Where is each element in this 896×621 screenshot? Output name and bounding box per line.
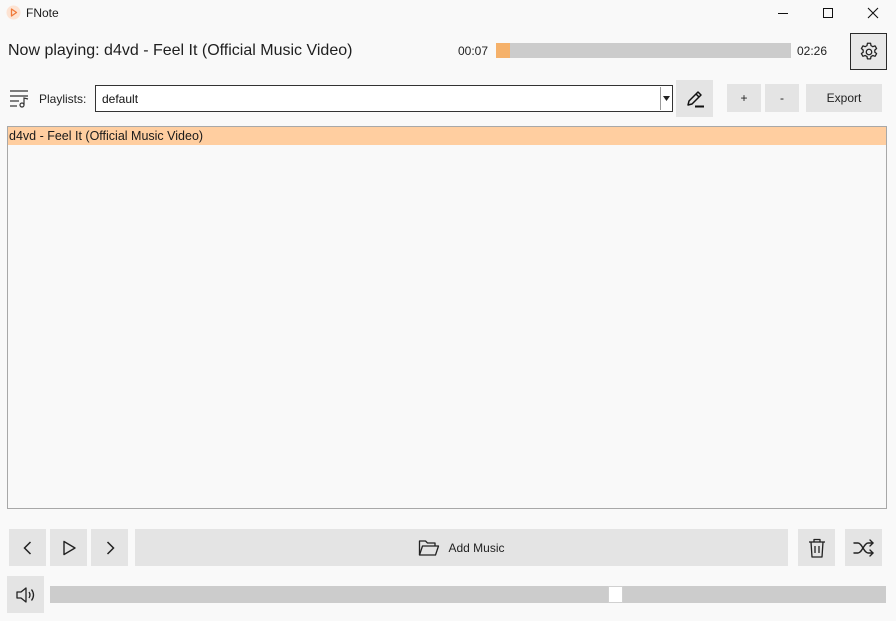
shuffle-icon — [852, 538, 874, 557]
total-time: 02:26 — [797, 44, 828, 58]
play-icon — [62, 540, 76, 555]
chevron-right-icon — [106, 540, 115, 555]
playlist-selected-value: default — [102, 92, 139, 106]
edit-playlist-button[interactable] — [676, 80, 713, 117]
shuffle-button[interactable] — [845, 529, 882, 566]
progress-fill — [496, 43, 511, 58]
app-logo-icon — [6, 5, 21, 20]
add-playlist-button[interactable]: + — [727, 84, 761, 112]
maximize-button[interactable] — [805, 0, 851, 26]
gear-icon — [860, 42, 877, 60]
volume-slider-thumb[interactable] — [608, 586, 623, 603]
settings-button[interactable] — [850, 33, 887, 70]
progress-bar[interactable] — [496, 43, 791, 58]
playlist-select[interactable]: default — [95, 85, 673, 112]
volume-button[interactable] — [7, 576, 44, 613]
playlists-label: Playlists: — [39, 92, 87, 106]
current-time: 00:07 — [458, 44, 489, 58]
add-music-label: Add Music — [448, 540, 505, 555]
window-title: FNote — [26, 6, 59, 20]
now-playing-label: Now playing: d4vd - Feel It (Official Mu… — [8, 42, 353, 59]
folder-open-icon — [419, 539, 440, 556]
close-button[interactable] — [850, 0, 896, 26]
pen-icon — [686, 90, 704, 107]
minimize-icon — [778, 13, 788, 14]
trash-icon — [808, 538, 825, 558]
play-button[interactable] — [50, 529, 87, 566]
previous-button[interactable] — [9, 529, 46, 566]
add-music-button[interactable]: Add Music — [135, 529, 788, 566]
close-icon — [867, 7, 879, 19]
track-row[interactable]: d4vd - Feel It (Official Music Video) — [8, 127, 886, 145]
next-button[interactable] — [91, 529, 128, 566]
playlist-icon — [10, 90, 29, 108]
dropdown-arrow[interactable] — [660, 87, 671, 110]
title-bar: FNote — [0, 0, 896, 26]
delete-button[interactable] — [798, 529, 835, 566]
remove-playlist-button[interactable]: - — [765, 84, 799, 112]
caret-down-icon — [662, 96, 670, 101]
export-button[interactable]: Export — [806, 84, 882, 112]
maximize-icon — [823, 8, 833, 18]
chevron-left-icon — [22, 540, 31, 555]
minimize-button[interactable] — [760, 0, 806, 26]
volume-slider[interactable] — [50, 586, 886, 603]
speaker-icon — [15, 586, 34, 603]
track-list[interactable]: d4vd - Feel It (Official Music Video) — [7, 126, 887, 509]
